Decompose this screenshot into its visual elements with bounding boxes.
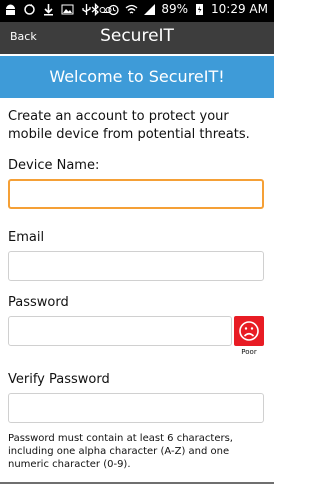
email-label: Email <box>8 230 45 245</box>
verify-password-label: Verify Password <box>8 372 110 387</box>
signal-icon <box>144 3 156 15</box>
system-icons: 89% 10:29 AM <box>89 2 268 16</box>
sync-icon <box>24 4 35 15</box>
app-title: SecureIT <box>100 26 174 46</box>
welcome-banner: Welcome to SecureIT! <box>0 56 274 98</box>
download-icon <box>44 4 53 16</box>
email-input[interactable] <box>8 251 264 281</box>
sad-face-icon <box>239 321 259 341</box>
android-icon <box>6 4 15 15</box>
device-name-label: Device Name: <box>8 158 100 173</box>
battery-charging-icon <box>196 3 204 15</box>
password-input[interactable] <box>8 316 232 346</box>
verify-password-input[interactable] <box>8 393 264 423</box>
clock: 10:29 AM <box>211 2 268 16</box>
password-strength-label: Poor <box>241 348 257 356</box>
status-bar: 89% 10:29 AM <box>0 0 274 22</box>
alarm-icon <box>108 4 120 15</box>
image-icon <box>61 4 74 15</box>
battery-percent: 89% <box>161 2 189 16</box>
password-requirements-text: Password must contain at least 6 charact… <box>8 433 233 470</box>
password-strength-meter <box>234 316 264 346</box>
bluetooth-icon <box>91 2 100 16</box>
intro-text: Create an account to protect your mobile… <box>8 109 250 142</box>
password-label: Password <box>8 295 69 310</box>
wifi-icon <box>125 4 138 13</box>
device-name-input[interactable] <box>8 179 264 209</box>
app-bar: Back SecureIT <box>0 22 274 54</box>
